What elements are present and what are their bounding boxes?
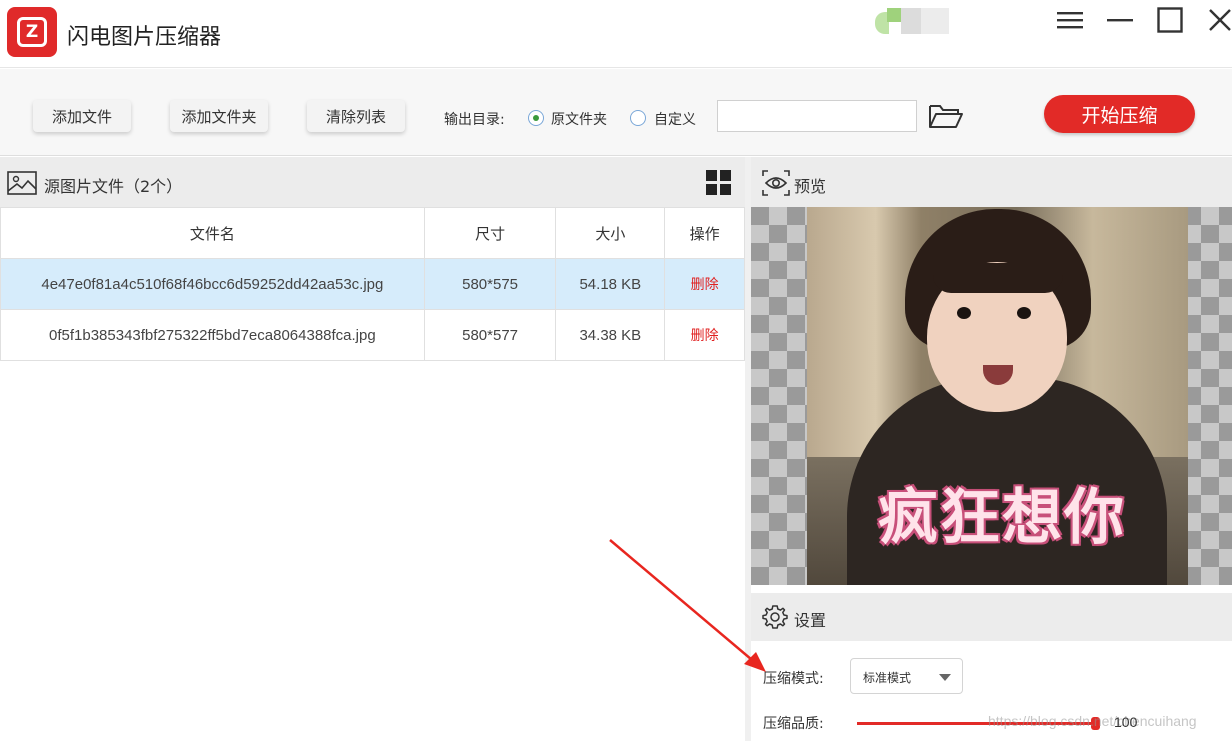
radio-original-folder[interactable] [528,110,544,126]
table-row[interactable]: 0f5f1b385343fbf275322ff5bd7eca8064388fca… [0,309,745,361]
gear-icon [762,604,788,630]
preview-eye-icon [762,170,790,196]
preview-image: 疯狂想你 [807,207,1188,585]
file-name: 0f5f1b385343fbf275322ff5bd7eca8064388fca… [0,309,425,361]
compress-mode-label: 压缩模式: [763,671,824,687]
compress-mode-select[interactable]: 标准模式 [850,658,963,694]
title-bar: Z 闪电图片压缩器 [0,0,1232,68]
column-size[interactable]: 大小 [555,207,666,259]
delete-link[interactable]: 删除 [664,258,745,310]
file-dimensions: 580*575 [423,258,557,310]
file-size: 54.18 KB [555,258,666,310]
preview-panel-title: 预览 [794,177,827,196]
close-icon[interactable] [1205,6,1232,34]
output-path-input[interactable] [717,100,917,132]
app-title: 闪电图片压缩器 [67,25,222,50]
output-dir-label: 输出目录: [444,112,505,128]
radio-custom-folder[interactable] [630,110,646,126]
add-file-button[interactable]: 添加文件 [33,100,131,132]
file-dimensions: 580*577 [423,309,557,361]
column-filename[interactable]: 文件名 [0,207,425,259]
user-avatar[interactable] [875,4,949,34]
file-size: 34.38 KB [555,309,666,361]
preview-caption: 疯狂想你 [878,483,1126,553]
watermark-text: https://blog.csdn.net/chencuihang [988,713,1197,729]
image-icon [7,171,37,195]
open-folder-icon[interactable] [928,102,964,130]
chevron-down-icon [939,674,951,681]
table-row[interactable]: 4e47e0f81a4c510f68f46bcc6d59252dd42aa53c… [0,258,745,310]
add-folder-button[interactable]: 添加文件夹 [170,100,268,132]
logo-letter: Z [17,17,47,47]
source-panel-title: 源图片文件（2个） [44,177,183,196]
delete-link[interactable]: 删除 [664,309,745,361]
file-name: 4e47e0f81a4c510f68f46bcc6d59252dd42aa53c… [0,258,425,310]
minimize-icon[interactable] [1105,6,1135,34]
table-header-row: 文件名 尺寸 大小 操作 [0,207,745,259]
radio-original-label[interactable]: 原文件夹 [551,109,607,129]
quality-value: 100 [1114,714,1138,730]
column-dimensions[interactable]: 尺寸 [423,207,557,259]
toolbar: 添加文件 添加文件夹 清除列表 输出目录: 原文件夹 自定义 开始压缩 [0,69,1232,156]
compress-quality-label: 压缩品质: [763,716,824,732]
compress-mode-value: 标准模式 [863,671,912,685]
maximize-icon[interactable] [1155,6,1185,34]
start-compress-button[interactable]: 开始压缩 [1044,95,1195,133]
file-table: 文件名 尺寸 大小 操作 4e47e0f81a4c510f68f46bcc6d5… [0,207,745,361]
menu-icon[interactable] [1055,6,1085,34]
preview-area: 疯狂想你 [751,207,1232,585]
settings-panel-title: 设置 [794,611,827,630]
column-action: 操作 [664,207,745,259]
clear-list-button[interactable]: 清除列表 [307,100,405,132]
grid-view-icon[interactable] [706,170,732,196]
app-logo: Z [7,7,57,57]
radio-custom-label[interactable]: 自定义 [654,109,696,129]
